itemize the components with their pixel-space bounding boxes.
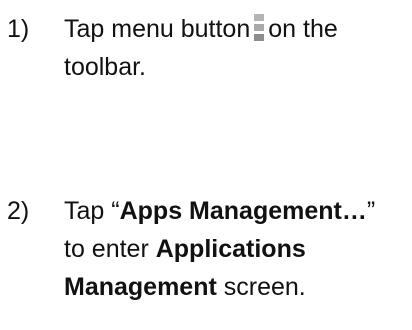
step-text: Tap “Apps Management…” to enter Applicat… <box>64 192 404 306</box>
applications-label: Applications <box>155 235 306 263</box>
step-text-plain: Tap “ <box>64 197 120 225</box>
step-text-plain: ” <box>366 197 376 225</box>
step-line: Tap “Apps Management…” <box>64 192 404 230</box>
step-line: to enter Applications <box>64 230 404 268</box>
step-line: Management screen. <box>64 268 404 306</box>
step-text-before-icon: Tap menu button <box>64 15 251 43</box>
menu-overflow-icon <box>254 14 265 41</box>
step-number: 2) <box>7 197 30 225</box>
step-text-plain: to enter <box>64 235 156 263</box>
apps-management-label: Apps Management… <box>119 197 367 225</box>
step-text-plain: screen. <box>216 273 306 301</box>
step-text-after-icon: on the <box>268 15 338 43</box>
step-text: Tap menu button on the toolbar. <box>64 10 404 86</box>
step-line: toolbar. <box>64 53 147 81</box>
management-label: Management <box>64 273 217 301</box>
step-line: Tap menu button on the <box>64 10 404 48</box>
step-number: 1) <box>7 15 30 43</box>
